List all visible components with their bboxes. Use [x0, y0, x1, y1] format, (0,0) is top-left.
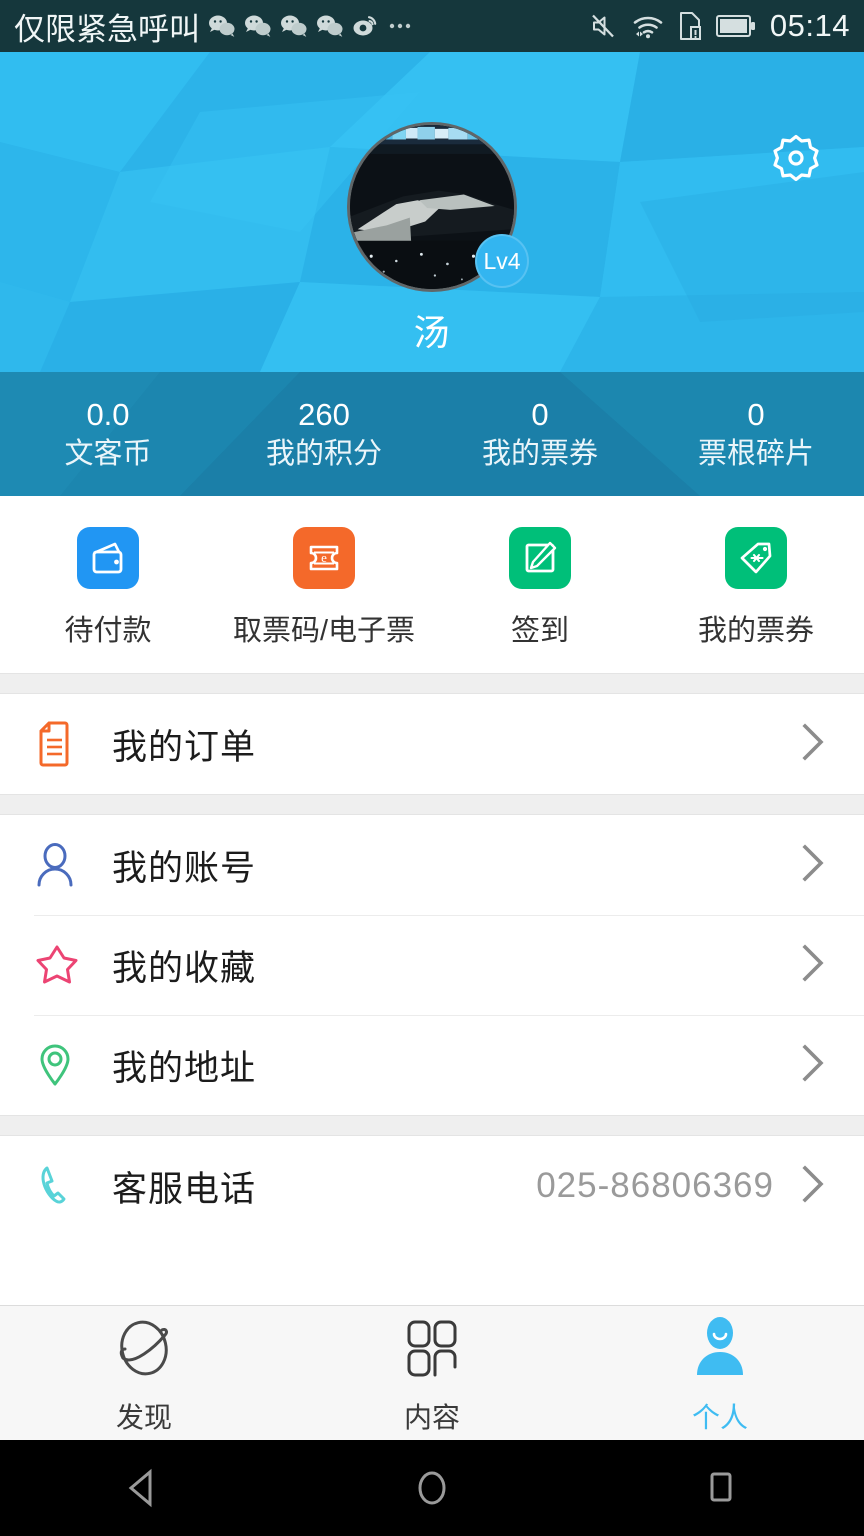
- chevron-right-icon: [796, 1037, 830, 1094]
- tab-label: 内容: [403, 1401, 460, 1433]
- stat-value: 0: [747, 397, 765, 432]
- wechat-icon: [209, 15, 235, 37]
- app-screen: 仅限紧急呼叫 05:14 Lv4 汤 0.0 文客币 260 我的积分 0 我的…: [0, 0, 864, 1536]
- recents-square-icon[interactable]: [645, 1466, 795, 1510]
- level-badge: Lv4: [475, 234, 529, 288]
- quick-action-label: 待付款: [64, 614, 152, 647]
- menu-row-my-account[interactable]: 我的账号: [0, 815, 864, 915]
- star-outline-icon: [34, 939, 86, 991]
- stat-item[interactable]: 0 票根碎片: [648, 372, 864, 496]
- stat-item[interactable]: 0.0 文客币: [0, 372, 216, 496]
- tab-label: 个人: [691, 1401, 748, 1433]
- stat-label: 文客币: [64, 438, 152, 470]
- mute-icon: [592, 14, 614, 38]
- profile-header: Lv4 汤: [0, 52, 864, 372]
- stat-item[interactable]: 0 我的票券: [432, 372, 648, 496]
- quick-action-checkin[interactable]: 签到: [432, 526, 648, 649]
- wechat-icon: [317, 15, 343, 37]
- person-outline-icon: [34, 839, 86, 891]
- status-bar: 仅限紧急呼叫 05:14: [0, 0, 864, 52]
- quick-action-pending-payment[interactable]: 待付款: [0, 526, 216, 649]
- menu-row-label: 我的账号: [112, 848, 257, 888]
- stat-label: 我的票券: [481, 438, 598, 470]
- order-document-icon: [34, 718, 86, 770]
- grid-squares-icon: [395, 1311, 469, 1390]
- section-separator: [0, 673, 864, 694]
- menu-group-support: 客服电话 025-86806369: [0, 1136, 864, 1236]
- menu-group-account: 我的账号 我的收藏 我的地址: [0, 815, 864, 1115]
- compass-planet-icon: [107, 1311, 181, 1390]
- status-system-icons: 05:14: [588, 8, 850, 44]
- quick-action-label: 取票码/电子票: [232, 614, 416, 647]
- eticket-icon: e: [293, 526, 355, 589]
- clock-label: 05:14: [769, 8, 850, 43]
- menu-row-label: 客服电话: [112, 1169, 257, 1209]
- stats-band: 0.0 文客币 260 我的积分 0 我的票券 0 票根碎片: [0, 372, 864, 496]
- home-circle-icon[interactable]: [357, 1466, 507, 1510]
- wechat-icon: [281, 15, 307, 37]
- wechat-icon: [245, 15, 271, 37]
- wallet-icon: [77, 526, 139, 589]
- phone-icon: [34, 1160, 86, 1212]
- quick-action-label: 签到: [510, 614, 569, 647]
- stat-item[interactable]: 260 我的积分: [216, 372, 432, 496]
- menu-row-value: 025-86806369: [536, 1166, 774, 1205]
- avatar-container[interactable]: Lv4: [347, 122, 529, 292]
- chevron-right-icon: [796, 716, 830, 773]
- quick-action-label: 我的票券: [697, 614, 814, 647]
- back-triangle-icon[interactable]: [69, 1466, 219, 1510]
- quick-actions: 待付款 e 取票码/电子票 签到 我的票券: [0, 496, 864, 673]
- location-pin-icon: [34, 1039, 86, 1091]
- quick-action-my-coupons[interactable]: 我的票券: [648, 526, 864, 649]
- person-filled-icon: [683, 1311, 757, 1390]
- bottom-tab-bar: 发现 内容 个人: [0, 1305, 864, 1440]
- svg-text:e: e: [321, 550, 327, 565]
- tab-profile[interactable]: 个人: [576, 1311, 864, 1436]
- quick-action-eticket[interactable]: e 取票码/电子票: [216, 526, 432, 649]
- section-separator: [0, 794, 864, 815]
- sim-alert-icon: [679, 12, 701, 40]
- menu-row-label: 我的订单: [112, 727, 257, 767]
- menu-row-my-address[interactable]: 我的地址: [0, 1015, 864, 1115]
- stat-value: 260: [298, 397, 350, 432]
- tab-content[interactable]: 内容: [288, 1311, 576, 1436]
- battery-icon: [715, 15, 755, 37]
- gear-icon: [773, 134, 819, 182]
- tab-discover[interactable]: 发现: [0, 1311, 288, 1436]
- checkin-pencil-icon: [509, 526, 571, 589]
- section-separator: [0, 1115, 864, 1136]
- stat-value: 0.0: [86, 397, 130, 432]
- android-navigation-bar: [0, 1440, 864, 1536]
- weibo-icon: [353, 16, 377, 36]
- stat-value: 0: [531, 397, 549, 432]
- chevron-right-icon: [796, 1158, 830, 1215]
- more-ellipsis-icon: [389, 23, 411, 29]
- menu-row-my-orders[interactable]: 我的订单: [0, 694, 864, 794]
- menu-row-label: 我的收藏: [112, 948, 257, 988]
- stat-label: 票根碎片: [697, 438, 814, 470]
- chevron-right-icon: [796, 837, 830, 894]
- wifi-icon: [633, 16, 663, 39]
- status-notification-icons: [208, 14, 415, 38]
- settings-button[interactable]: [768, 130, 824, 186]
- username-label: 汤: [413, 312, 451, 353]
- tab-label: 发现: [115, 1401, 172, 1433]
- carrier-label: 仅限紧急呼叫: [14, 11, 200, 47]
- menu-row-my-favorites[interactable]: 我的收藏: [0, 915, 864, 1015]
- coupon-tag-icon: [725, 526, 787, 589]
- menu-row-customer-service-phone[interactable]: 客服电话 025-86806369: [0, 1136, 864, 1236]
- menu-group-orders: 我的订单: [0, 694, 864, 794]
- stat-label: 我的积分: [265, 438, 382, 470]
- menu-row-label: 我的地址: [112, 1048, 257, 1088]
- chevron-right-icon: [796, 937, 830, 994]
